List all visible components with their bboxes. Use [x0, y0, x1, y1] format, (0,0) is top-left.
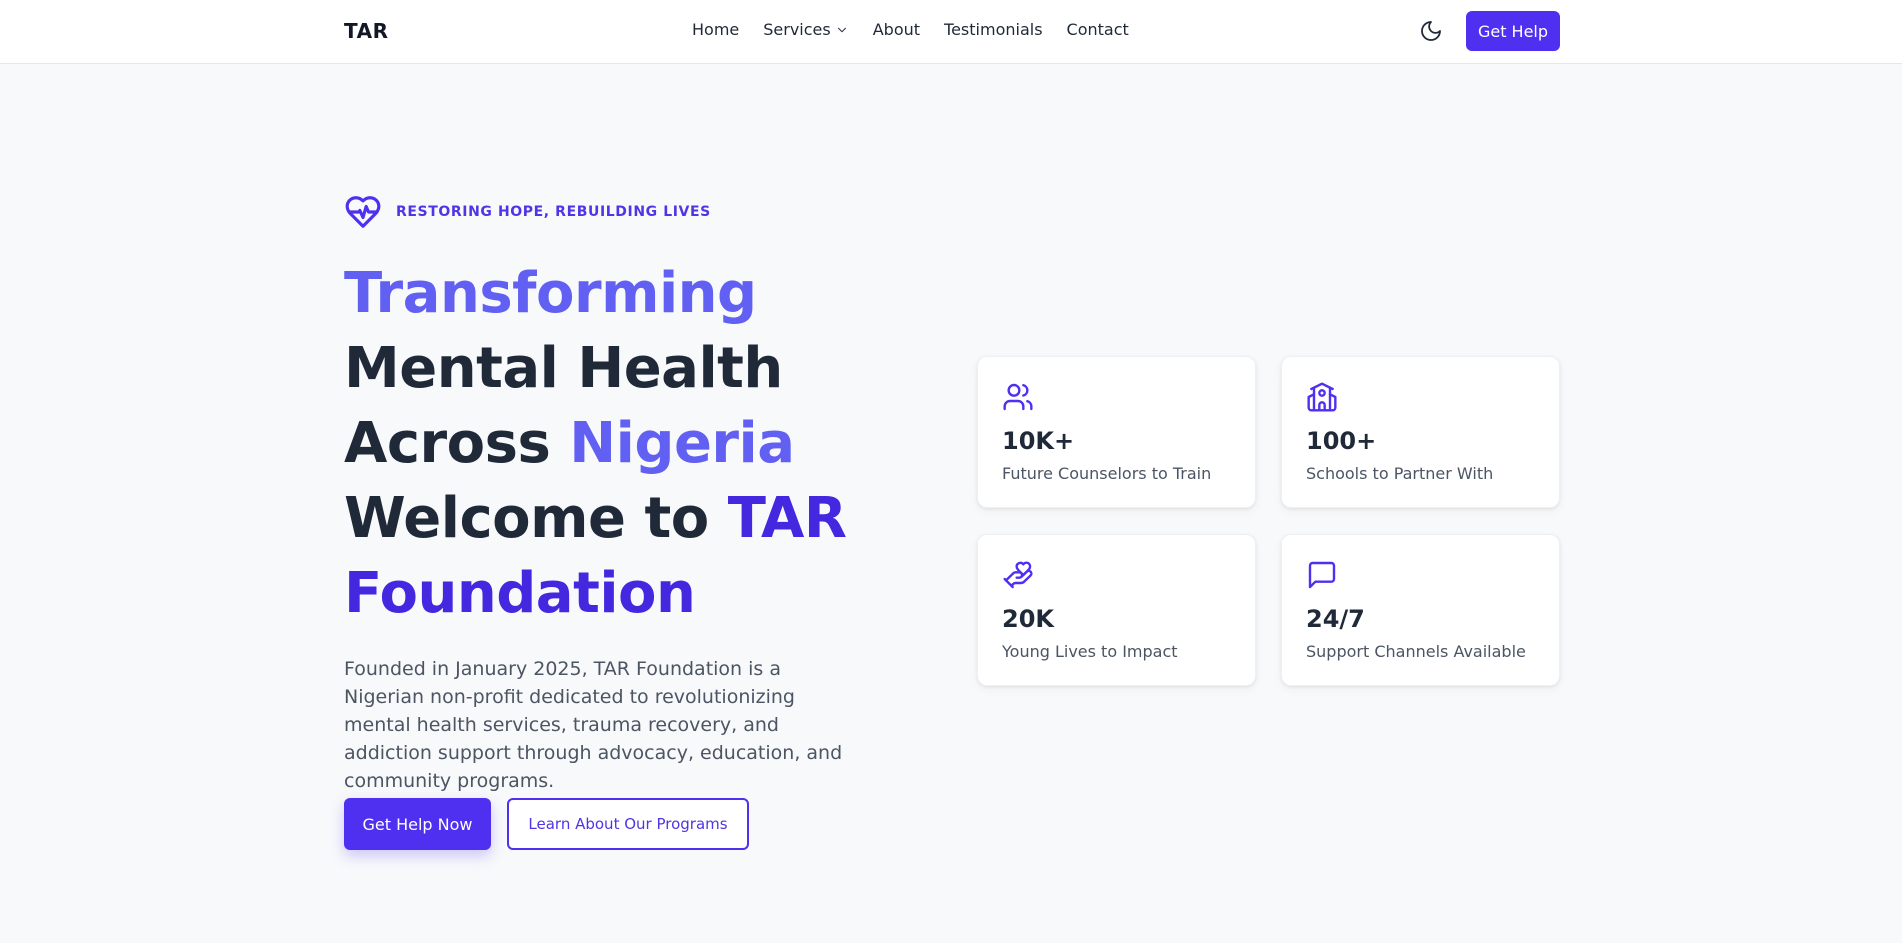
- stat-value: 10K+: [1002, 427, 1075, 455]
- get-help-button[interactable]: Get Help: [1466, 11, 1560, 51]
- tagline-text: RESTORING HOPE, REBUILDING LIVES: [396, 204, 711, 220]
- nav-item-services-label: Services: [763, 20, 831, 39]
- chat-icon: [1308, 561, 1336, 589]
- get-help-now-button[interactable]: Get Help Now: [344, 798, 491, 850]
- chevron-down-icon: [837, 27, 846, 32]
- stat-card-counselors: 10K+ Future Counselors to Train: [977, 356, 1256, 508]
- stat-card-support: 24/7 Support Channels Available: [1281, 534, 1560, 686]
- stat-label: Schools to Partner With: [1306, 464, 1494, 483]
- headline-line: Mental Health: [344, 336, 783, 401]
- moon-icon[interactable]: [1419, 19, 1443, 43]
- top-navbar: TAR Home Services About Testimonials Con…: [0, 0, 1902, 64]
- heart-pulse-icon: [345, 196, 381, 228]
- headline-word: Welcome to: [344, 486, 709, 551]
- nav-item-testimonials[interactable]: Testimonials: [944, 20, 1043, 39]
- hero-headline: Transforming Mental Health Across Nigeri…: [344, 256, 904, 631]
- hero-tagline: RESTORING HOPE, REBUILDING LIVES: [344, 193, 711, 231]
- school-icon: [1307, 382, 1337, 412]
- site-logo[interactable]: TAR: [344, 19, 388, 43]
- headline-word: Transforming: [344, 261, 757, 326]
- main-menu: Home Services About Testimonials Contact: [692, 20, 1129, 39]
- stat-value: 20K: [1002, 605, 1054, 633]
- stat-label: Young Lives to Impact: [1002, 642, 1178, 661]
- stat-card-schools: 100+ Schools to Partner With: [1281, 356, 1560, 508]
- stat-value: 24/7: [1306, 605, 1365, 633]
- learn-programs-button[interactable]: Learn About Our Programs: [507, 798, 749, 850]
- nav-item-about[interactable]: About: [873, 20, 920, 39]
- headline-word: TAR: [727, 486, 847, 551]
- headline-line: Welcome to TAR: [344, 481, 904, 556]
- stat-card-lives: 20K Young Lives to Impact: [977, 534, 1256, 686]
- headline-word: Nigeria: [569, 411, 795, 476]
- nav-item-contact[interactable]: Contact: [1067, 20, 1129, 39]
- stat-value: 100+: [1306, 427, 1377, 455]
- hand-heart-icon: [1003, 561, 1033, 589]
- headline-line: Across Nigeria: [344, 406, 904, 481]
- hero-description: Founded in January 2025, TAR Foundation …: [344, 658, 843, 792]
- nav-item-services[interactable]: Services: [763, 20, 848, 39]
- stat-label: Support Channels Available: [1306, 642, 1526, 661]
- headline-word: Across: [344, 411, 551, 476]
- users-icon: [1003, 383, 1033, 411]
- headline-word: Foundation: [344, 561, 696, 626]
- nav-item-home[interactable]: Home: [692, 20, 739, 39]
- stat-label: Future Counselors to Train: [1002, 464, 1212, 483]
